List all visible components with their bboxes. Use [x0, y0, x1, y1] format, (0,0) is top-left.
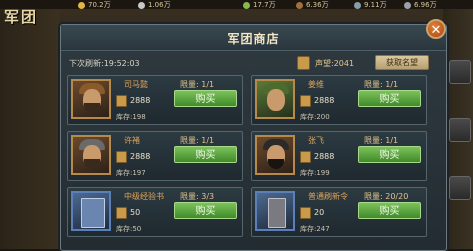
wood-icon	[296, 1, 303, 9]
shop-header: 军团商店	[61, 25, 446, 51]
resource-bar: 70.2万 1.06万 17.7万 6.36万 9.11万 6.96万	[0, 0, 473, 9]
buy-button[interactable]: 购买	[174, 146, 237, 163]
fame-icon	[116, 207, 127, 219]
close-icon: ✕	[430, 23, 442, 38]
next-refresh-timer: 下次刷新:19:52:03	[69, 59, 140, 68]
item-limit: 限量: 20/20	[364, 192, 409, 201]
resource-food: 17.7万	[243, 0, 276, 10]
buy-button[interactable]: 购买	[358, 146, 421, 163]
fame-icon	[300, 207, 311, 219]
item-name: 普通刷新令	[308, 192, 348, 201]
fame-icon	[297, 56, 310, 70]
gold-icon	[78, 1, 85, 9]
exp-book-icon	[81, 198, 105, 228]
item-portrait	[71, 191, 111, 231]
item-stock: 库存:199	[300, 169, 330, 177]
shop-panel: 军团商店 下次刷新:19:52:03 声望:2041 获取名望 司马懿 限量: …	[60, 24, 447, 251]
item-name: 张飞	[308, 136, 324, 145]
item-limit: 限量: 1/1	[180, 136, 215, 145]
close-button[interactable]: ✕	[426, 19, 446, 39]
buy-button[interactable]: 购买	[174, 90, 237, 107]
legion-title: 军团	[4, 8, 39, 26]
item-limit: 限量: 1/1	[180, 80, 215, 89]
item-name: 中级经验书	[124, 192, 164, 201]
item-price: 2888	[130, 96, 151, 105]
item-stock: 库存:50	[116, 225, 142, 233]
resource-silver: 1.06万	[138, 0, 171, 10]
item-name: 许褚	[124, 136, 140, 145]
hero-portrait	[71, 135, 111, 175]
side-menu-button[interactable]	[449, 118, 471, 142]
side-menu-button[interactable]	[449, 60, 471, 84]
refresh-token-icon	[268, 198, 286, 228]
stone-icon	[404, 1, 411, 9]
fame-icon	[116, 151, 127, 163]
item-price: 2888	[314, 152, 335, 161]
fame-value: 声望:2041	[315, 59, 355, 68]
fame-icon	[300, 95, 311, 107]
item-price: 2888	[314, 96, 335, 105]
food-icon	[243, 1, 250, 9]
beard-shape	[268, 159, 284, 169]
item-stock: 库存:200	[300, 113, 330, 121]
shop-item-card: 许褚 限量: 1/1 2888 库存:197 购买	[67, 131, 243, 181]
shop-item-card: 普通刷新令 限量: 20/20 20 库存:247 购买	[251, 187, 427, 237]
shop-title: 军团商店	[227, 32, 280, 46]
background-left-scene	[0, 0, 60, 249]
shop-item-card: 张飞 限量: 1/1 2888 库存:199 购买	[251, 131, 427, 181]
resource-wood: 6.36万	[296, 0, 329, 10]
buy-button[interactable]: 购买	[358, 90, 421, 107]
resource-gold: 70.2万	[78, 0, 111, 10]
side-menu-button[interactable]	[449, 176, 471, 200]
item-name: 司马懿	[124, 80, 148, 89]
item-stock: 库存:247	[300, 225, 330, 233]
resource-stone: 6.96万	[404, 0, 437, 10]
fame-icon	[116, 95, 127, 107]
resource-iron: 9.11万	[354, 0, 387, 10]
shop-item-card: 姜维 限量: 1/1 2888 库存:200 购买	[251, 75, 427, 125]
item-price: 2888	[130, 152, 151, 161]
shop-item-card: 中级经验书 限量: 3/3 50 库存:50 购买	[67, 187, 243, 237]
hero-portrait	[255, 79, 295, 119]
fame-icon	[300, 151, 311, 163]
item-portrait	[255, 191, 295, 231]
item-stock: 库存:198	[116, 113, 146, 121]
item-price: 50	[130, 208, 141, 217]
item-limit: 限量: 1/1	[364, 136, 399, 145]
item-limit: 限量: 3/3	[180, 192, 215, 201]
get-fame-button[interactable]: 获取名望	[375, 55, 429, 70]
hero-portrait	[71, 79, 111, 119]
beard-shape	[84, 159, 100, 169]
face-shape	[267, 89, 285, 111]
silver-icon	[138, 1, 145, 9]
item-stock: 库存:197	[116, 169, 146, 177]
beard-shape	[84, 103, 100, 113]
buy-button[interactable]: 购买	[358, 202, 421, 219]
shop-item-card: 司马懿 限量: 1/1 2888 库存:198 购买	[67, 75, 243, 125]
buy-button[interactable]: 购买	[174, 202, 237, 219]
item-name: 姜维	[308, 80, 324, 89]
item-price: 20	[314, 208, 325, 217]
item-limit: 限量: 1/1	[364, 80, 399, 89]
iron-icon	[354, 1, 361, 9]
hero-portrait	[255, 135, 295, 175]
